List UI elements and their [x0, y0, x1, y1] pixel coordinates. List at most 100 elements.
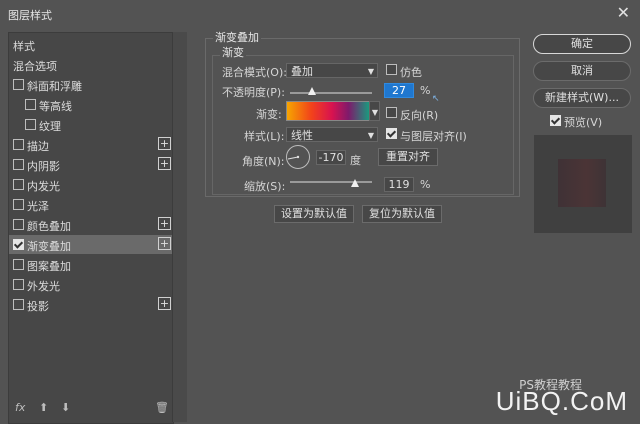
style-item-checkbox[interactable]: [13, 79, 24, 90]
style-item-label: 光泽: [27, 200, 49, 213]
opacity-slider-track[interactable]: [290, 92, 372, 94]
preview-swatch: [558, 159, 606, 207]
style-item-checkbox[interactable]: [25, 99, 36, 110]
add-icon[interactable]: +: [158, 297, 171, 310]
preview-checkbox[interactable]: [550, 115, 561, 126]
title-bar: [0, 0, 640, 28]
opacity-input[interactable]: 27: [384, 83, 414, 98]
style-item[interactable]: 颜色叠加 +: [9, 215, 173, 234]
style-item-label: 描边: [27, 140, 49, 153]
styles-list-panel: 样式 混合选项斜面和浮雕等高线纹理描边 + 内阴影 + 内发光光泽颜色叠加 + 渐变叠加 + 图…: [8, 32, 174, 424]
ok-button[interactable]: 确定: [533, 34, 631, 54]
align-with-layer-checkbox[interactable]: [386, 128, 397, 139]
scale-input[interactable]: 119: [384, 177, 414, 192]
style-item-label: 混合选项: [13, 60, 57, 73]
move-up-icon[interactable]: ⬆: [39, 401, 48, 414]
scale-percent: %: [420, 178, 431, 191]
chevron-down-icon: ▼: [371, 108, 378, 117]
set-default-button[interactable]: 设置为默认值: [274, 205, 354, 223]
cancel-button[interactable]: 取消: [533, 61, 631, 81]
style-item-label: 内发光: [27, 180, 60, 193]
add-icon[interactable]: +: [158, 237, 171, 250]
styles-scrollbar[interactable]: [172, 32, 187, 422]
style-item[interactable]: 等高线: [9, 95, 173, 114]
style-item[interactable]: 图案叠加: [9, 255, 173, 274]
style-item[interactable]: 外发光: [9, 275, 173, 294]
style-value: 线性: [291, 129, 313, 142]
add-icon[interactable]: +: [158, 137, 171, 150]
close-icon[interactable]: ✕: [617, 4, 630, 22]
trash-icon[interactable]: 🗑: [155, 401, 169, 414]
blend-mode-label: 混合模式(O):: [222, 66, 287, 79]
style-item[interactable]: 内发光: [9, 175, 173, 194]
window-title: 图层样式: [8, 9, 52, 22]
style-item[interactable]: 光泽: [9, 195, 173, 214]
reset-align-button[interactable]: 重置对齐: [378, 148, 438, 166]
reverse-checkbox[interactable]: [386, 107, 397, 118]
scale-slider-thumb[interactable]: [350, 179, 359, 187]
gradient-picker-button[interactable]: ▼: [369, 101, 380, 121]
style-item-checkbox[interactable]: [13, 199, 24, 210]
move-down-icon[interactable]: ⬇: [61, 401, 70, 414]
style-item-checkbox[interactable]: [13, 299, 24, 310]
style-item-label: 内阴影: [27, 160, 60, 173]
style-item-checkbox[interactable]: [13, 239, 24, 250]
dither-label: 仿色: [400, 66, 422, 79]
dither-checkbox[interactable]: [386, 64, 397, 75]
angle-input[interactable]: -170: [316, 150, 346, 165]
cursor-icon: ↖: [432, 94, 440, 104]
scale-slider-track[interactable]: [290, 181, 372, 183]
style-item-label: 外发光: [27, 280, 60, 293]
style-item[interactable]: 描边 +: [9, 135, 173, 154]
gradient-swatch[interactable]: [286, 101, 370, 121]
scale-label: 缩放(S):: [244, 180, 286, 193]
opacity-slider-thumb[interactable]: [308, 87, 317, 95]
style-item[interactable]: 纹理: [9, 115, 173, 134]
angle-label: 角度(N):: [242, 155, 285, 168]
styles-footer: fx ⬆ ⬇ 🗑: [15, 401, 170, 415]
opacity-label: 不透明度(P):: [222, 86, 285, 99]
style-select[interactable]: 线性 ▼: [286, 127, 378, 142]
blend-mode-select[interactable]: 叠加 ▼: [286, 63, 378, 78]
fx-icon[interactable]: fx: [15, 401, 25, 414]
add-icon[interactable]: +: [158, 157, 171, 170]
angle-dial[interactable]: [286, 145, 310, 169]
opacity-percent: %: [420, 84, 431, 97]
style-label: 样式(L):: [244, 130, 285, 143]
style-item-checkbox[interactable]: [13, 159, 24, 170]
angle-dial-needle: [287, 155, 300, 160]
style-item-label: 等高线: [39, 100, 72, 113]
style-item[interactable]: 投影 +: [9, 295, 173, 314]
align-with-layer-label: 与图层对齐(I): [400, 130, 467, 143]
preview-label: 预览(V): [564, 116, 603, 129]
style-item-label: 颜色叠加: [27, 220, 71, 233]
style-item[interactable]: 渐变叠加 +: [9, 235, 173, 254]
new-style-button[interactable]: 新建样式(W)...: [533, 88, 631, 108]
gradient-label: 渐变:: [256, 108, 282, 121]
style-item[interactable]: 斜面和浮雕: [9, 75, 173, 94]
chevron-down-icon: ▼: [367, 67, 374, 76]
style-item-checkbox[interactable]: [13, 179, 24, 190]
preview-thumbnail: [534, 135, 632, 233]
style-item[interactable]: 混合选项: [9, 55, 173, 74]
style-item-checkbox[interactable]: [13, 259, 24, 270]
styles-header-label: 样式: [13, 40, 35, 53]
style-item-checkbox[interactable]: [13, 219, 24, 230]
blend-mode-value: 叠加: [291, 65, 313, 78]
watermark-logo: UiBQ.CoM: [495, 386, 628, 416]
reverse-label: 反向(R): [400, 109, 439, 122]
style-item-label: 斜面和浮雕: [27, 80, 82, 93]
gradient-overlay-title: 渐变叠加: [213, 29, 261, 45]
style-item-checkbox[interactable]: [13, 139, 24, 150]
style-item-label: 图案叠加: [27, 260, 71, 273]
style-item-label: 纹理: [39, 120, 61, 133]
chevron-down-icon: ▼: [367, 131, 374, 140]
styles-header[interactable]: 样式: [9, 35, 173, 54]
style-item-checkbox[interactable]: [25, 119, 36, 130]
style-item-checkbox[interactable]: [13, 279, 24, 290]
style-item[interactable]: 内阴影 +: [9, 155, 173, 174]
add-icon[interactable]: +: [158, 217, 171, 230]
gradient-subtitle: 渐变: [220, 44, 246, 60]
style-item-label: 渐变叠加: [27, 240, 71, 253]
reset-default-button[interactable]: 复位为默认值: [362, 205, 442, 223]
